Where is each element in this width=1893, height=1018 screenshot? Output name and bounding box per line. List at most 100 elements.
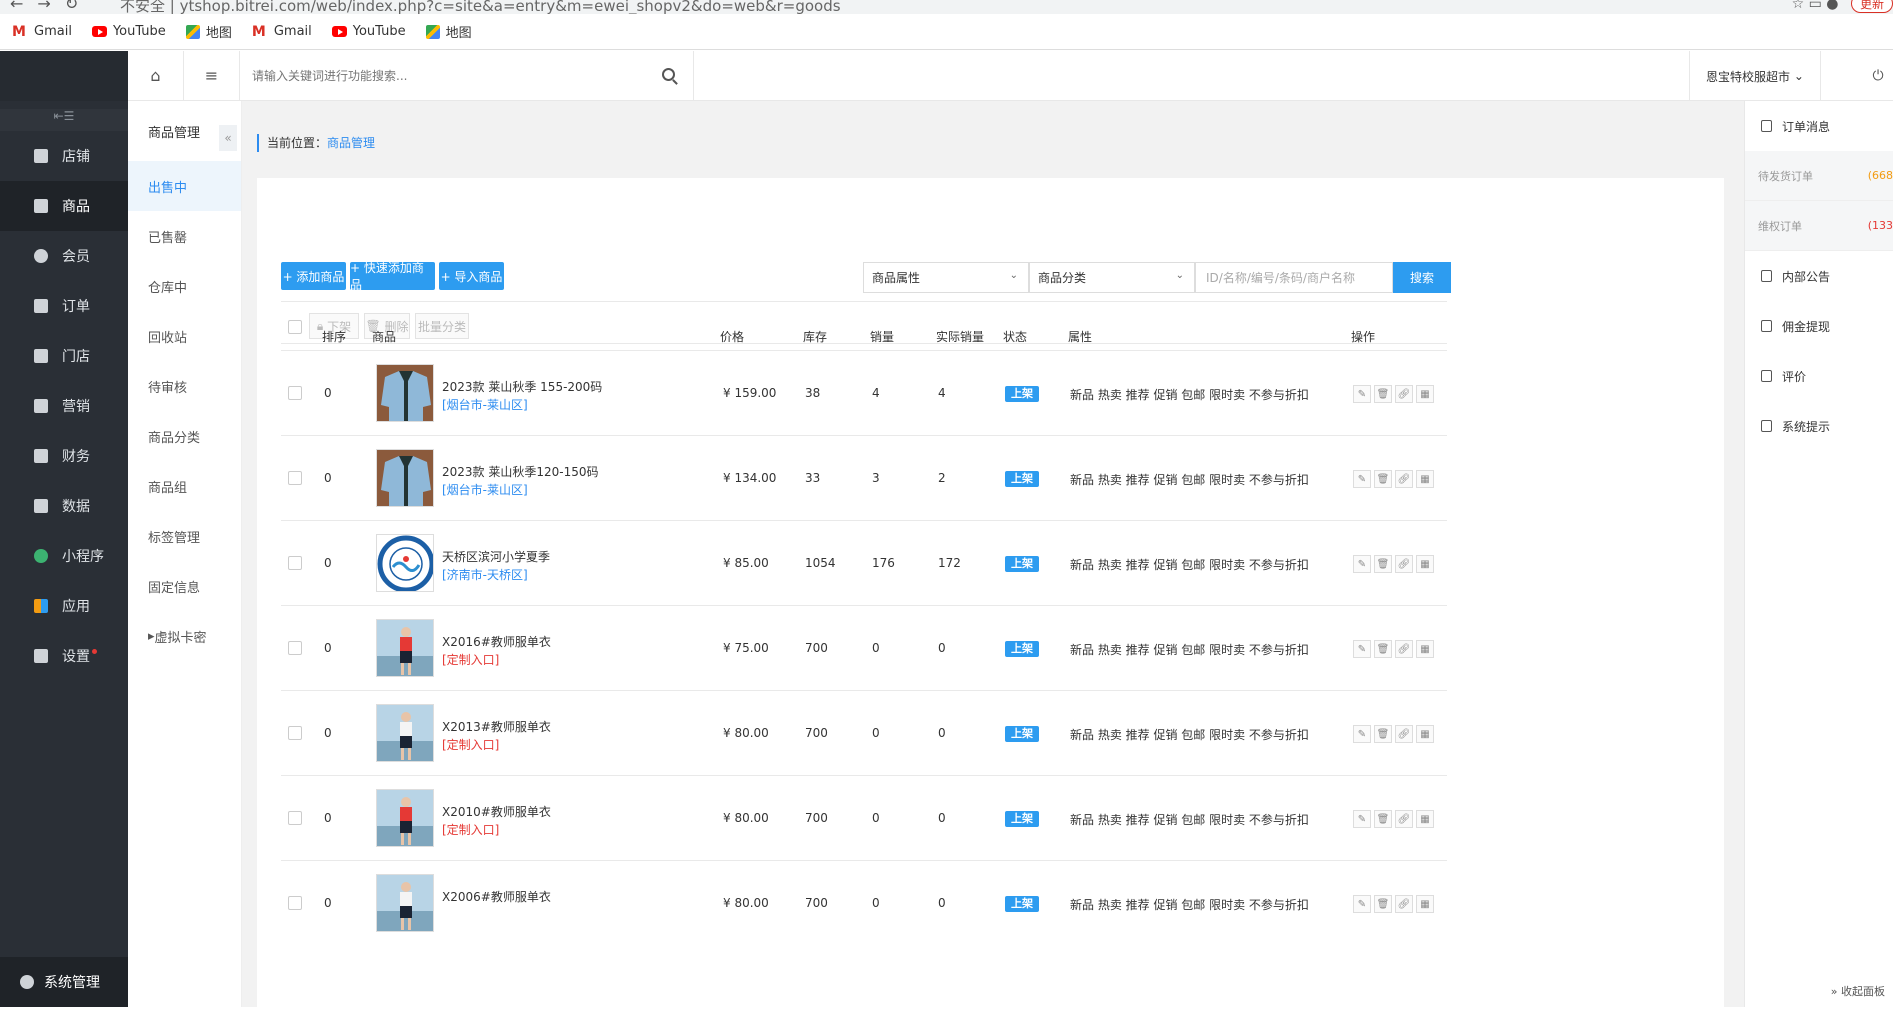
product-name[interactable]: X2016#教师服单衣 xyxy=(442,633,551,650)
link-icon[interactable]: 🔗︎ xyxy=(1395,810,1413,828)
status-badge[interactable]: 上架 xyxy=(1005,896,1039,912)
row-checkbox[interactable] xyxy=(288,471,302,485)
product-tag[interactable]: [烟台市-莱山区] xyxy=(442,396,528,413)
qrcode-icon[interactable]: ▦ xyxy=(1416,470,1434,488)
sidebar-item-4[interactable]: 门店 xyxy=(0,331,128,381)
keyword-input[interactable]: ID/名称/编号/条码/商户名称 xyxy=(1195,262,1393,293)
sidebar-item-2[interactable]: 会员 xyxy=(0,231,128,281)
search-icon[interactable] xyxy=(662,67,675,81)
quick-add-goods-button[interactable]: + 快速添加商品 xyxy=(350,261,435,292)
stat-0[interactable]: 待发货订单 (668 xyxy=(1745,151,1893,201)
browser-nav-icons[interactable]: ←→↻ xyxy=(10,0,92,13)
product-name[interactable]: 2023款 莱山秋季120-150码 xyxy=(442,463,599,480)
product-name[interactable]: X2013#教师服单衣 xyxy=(442,718,551,735)
sidebar-item-1[interactable]: 商品 xyxy=(0,181,128,231)
home-icon[interactable]: ⌂ xyxy=(128,50,184,101)
goods-attr-select[interactable]: 商品属性 ⌄ xyxy=(863,262,1029,293)
submenu-item-5[interactable]: 商品分类 xyxy=(128,411,241,461)
link-icon[interactable]: 🔗︎ xyxy=(1395,385,1413,403)
submenu-item-0[interactable]: 出售中 xyxy=(128,161,241,211)
panel-item-0[interactable]: 内部公告 xyxy=(1745,251,1893,301)
bookmark-5[interactable]: 地图 xyxy=(425,22,472,41)
status-badge[interactable]: 上架 xyxy=(1005,811,1039,827)
goods-category-select[interactable]: 商品分类 ⌄ xyxy=(1029,262,1195,293)
product-tag[interactable]: [烟台市-莱山区] xyxy=(442,481,528,498)
trash-icon[interactable]: 🗑︎ xyxy=(1374,555,1392,573)
sidebar-item-5[interactable]: 营销 xyxy=(0,381,128,431)
bookmark-1[interactable]: YouTube xyxy=(91,24,166,39)
product-thumbnail[interactable] xyxy=(376,364,434,422)
function-search-input[interactable] xyxy=(252,68,632,83)
status-badge[interactable]: 上架 xyxy=(1005,556,1039,572)
sidebar-collapse-icon[interactable]: ⇤☰ xyxy=(0,109,128,131)
qrcode-icon[interactable]: ▦ xyxy=(1416,385,1434,403)
qrcode-icon[interactable]: ▦ xyxy=(1416,725,1434,743)
bookmark-2[interactable]: 地图 xyxy=(185,22,232,41)
bookmark-4[interactable]: YouTube xyxy=(331,24,406,39)
breadcrumb-current[interactable]: 商品管理 xyxy=(327,136,375,150)
product-thumbnail[interactable] xyxy=(376,449,434,507)
submenu-item-8[interactable]: 固定信息 xyxy=(128,561,241,611)
submenu-item-7[interactable]: 标签管理 xyxy=(128,511,241,561)
row-checkbox[interactable] xyxy=(288,726,302,740)
product-thumbnail[interactable] xyxy=(376,789,434,847)
sidebar-item-9[interactable]: 应用 xyxy=(0,581,128,631)
edit-icon[interactable]: ✎ xyxy=(1353,895,1371,913)
trash-icon[interactable]: 🗑︎ xyxy=(1374,470,1392,488)
sidebar-item-6[interactable]: 财务 xyxy=(0,431,128,481)
row-checkbox[interactable] xyxy=(288,811,302,825)
product-tag[interactable]: [定制入口] xyxy=(442,736,499,753)
product-name[interactable]: X2010#教师服单衣 xyxy=(442,803,551,820)
fold-submenu-icon[interactable]: « xyxy=(219,125,237,151)
add-goods-button[interactable]: + 添加商品 xyxy=(281,262,346,290)
select-all-checkbox[interactable] xyxy=(288,320,302,334)
sidebar-item-8[interactable]: 小程序 xyxy=(0,531,128,581)
status-badge[interactable]: 上架 xyxy=(1005,471,1039,487)
qrcode-icon[interactable]: ▦ xyxy=(1416,640,1434,658)
trash-icon[interactable]: 🗑︎ xyxy=(1374,725,1392,743)
product-thumbnail[interactable] xyxy=(376,619,434,677)
import-goods-button[interactable]: + 导入商品 xyxy=(439,262,504,290)
stat-1[interactable]: 维权订单 (133 xyxy=(1745,201,1893,251)
search-button[interactable]: 搜索 xyxy=(1393,262,1451,293)
row-checkbox[interactable] xyxy=(288,556,302,570)
update-button[interactable]: 更新 xyxy=(1850,0,1893,13)
product-thumbnail[interactable] xyxy=(376,534,434,592)
status-badge[interactable]: 上架 xyxy=(1005,726,1039,742)
edit-icon[interactable]: ✎ xyxy=(1353,470,1371,488)
product-tag[interactable]: [济南市-天桥区] xyxy=(442,566,528,583)
edit-icon[interactable]: ✎ xyxy=(1353,640,1371,658)
panel-item-2[interactable]: 评价 xyxy=(1745,351,1893,401)
status-badge[interactable]: 上架 xyxy=(1005,641,1039,657)
trash-icon[interactable]: 🗑︎ xyxy=(1374,895,1392,913)
panel-item-3[interactable]: 系统提示 xyxy=(1745,401,1893,451)
collapse-panel-button[interactable]: » 收起面板 xyxy=(1831,983,1885,999)
menu-icon[interactable]: ≡ xyxy=(184,50,240,101)
row-checkbox[interactable] xyxy=(288,896,302,910)
submenu-item-1[interactable]: 已售罄 xyxy=(128,211,241,261)
power-icon[interactable]: ⏻ xyxy=(1863,51,1893,101)
url-text[interactable]: 不安全 | ytshop.bitrei.com/web/index.php?c=… xyxy=(120,0,841,14)
submenu-item-2[interactable]: 仓库中 xyxy=(128,261,241,311)
qrcode-icon[interactable]: ▦ xyxy=(1416,810,1434,828)
status-badge[interactable]: 上架 xyxy=(1005,386,1039,402)
submenu-item-3[interactable]: 回收站 xyxy=(128,311,241,361)
store-switcher[interactable]: 恩宝特校服超市 ⌄ xyxy=(1689,51,1821,101)
submenu-item-9[interactable]: ▸ 虚拟卡密 xyxy=(128,611,241,661)
system-management[interactable]: 系统管理 xyxy=(0,957,128,1007)
link-icon[interactable]: 🔗︎ xyxy=(1395,470,1413,488)
edit-icon[interactable]: ✎ xyxy=(1353,725,1371,743)
qrcode-icon[interactable]: ▦ xyxy=(1416,555,1434,573)
order-messages[interactable]: 订单消息 xyxy=(1745,101,1893,151)
trash-icon[interactable]: 🗑︎ xyxy=(1374,385,1392,403)
bookmark-3[interactable]: M Gmail xyxy=(252,24,312,39)
row-checkbox[interactable] xyxy=(288,641,302,655)
sidebar-item-7[interactable]: 数据 xyxy=(0,481,128,531)
sidebar-item-0[interactable]: 店铺 xyxy=(0,131,128,181)
product-tag[interactable]: [定制入口] xyxy=(442,821,499,838)
trash-icon[interactable]: 🗑︎ xyxy=(1374,640,1392,658)
submenu-item-4[interactable]: 待审核 xyxy=(128,361,241,411)
product-thumbnail[interactable] xyxy=(376,704,434,762)
link-icon[interactable]: 🔗︎ xyxy=(1395,555,1413,573)
sidebar-item-10[interactable]: 设置 xyxy=(0,631,128,681)
